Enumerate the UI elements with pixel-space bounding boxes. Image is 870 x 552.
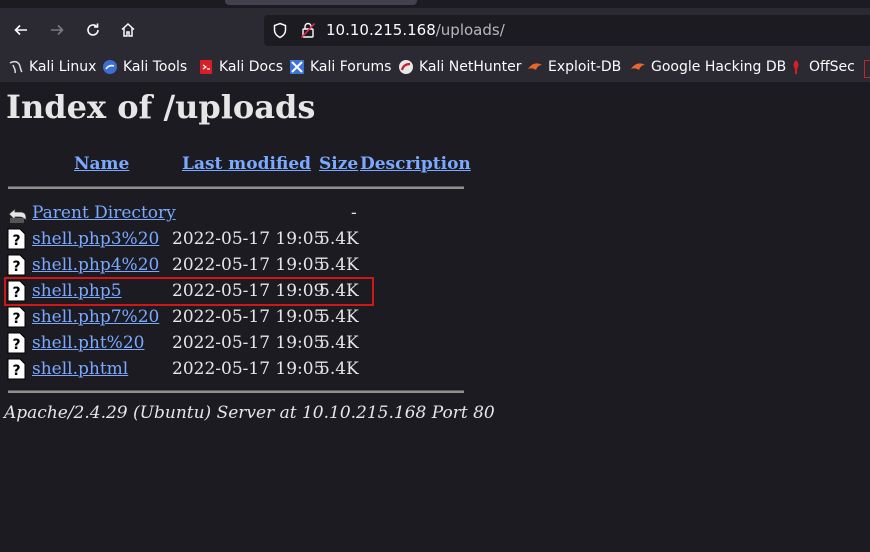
url-text[interactable]: 10.10.215.168/uploads/ bbox=[326, 21, 505, 39]
home-button[interactable] bbox=[114, 16, 142, 44]
file-size: 5.4K bbox=[319, 359, 359, 379]
file-link[interactable]: shell.pht%20 bbox=[32, 333, 144, 353]
tracking-shield-icon[interactable] bbox=[272, 22, 288, 39]
svg-text:?: ? bbox=[12, 311, 20, 327]
parent-directory-link[interactable]: Parent Directory bbox=[32, 203, 176, 223]
bookmark-label: OffSec bbox=[809, 59, 855, 75]
unknown-file-icon: ? bbox=[7, 254, 26, 276]
column-header-size[interactable]: Size bbox=[319, 154, 358, 174]
header-divider bbox=[8, 186, 464, 189]
ghdb-icon bbox=[630, 59, 646, 75]
file-link[interactable]: shell.php4%20 bbox=[32, 255, 159, 275]
page-title: Index of /uploads bbox=[6, 88, 316, 126]
exploit-db-icon bbox=[527, 59, 543, 75]
file-date: 2022-05-17 19:05 bbox=[172, 359, 325, 379]
file-size: - bbox=[351, 203, 357, 223]
column-header-name[interactable]: Name bbox=[74, 154, 129, 174]
bookmark-label: Kali Forums bbox=[310, 59, 392, 75]
file-date: 2022-05-17 19:05 bbox=[172, 229, 325, 249]
svg-text:?: ? bbox=[12, 233, 20, 249]
file-row: ? shell.php7%20 2022-05-17 19:05 5.4K bbox=[0, 304, 470, 330]
bookmark-kali-nethunter[interactable]: Kali NetHunter bbox=[398, 57, 521, 77]
footer-divider bbox=[8, 390, 464, 393]
file-link[interactable]: shell.php3%20 bbox=[32, 229, 159, 249]
bookmark-label: Google Hacking DB bbox=[651, 59, 787, 75]
unknown-file-icon: ? bbox=[7, 358, 26, 380]
bookmark-label: Exploit-DB bbox=[548, 59, 622, 75]
bookmark-label: Kali NetHunter bbox=[419, 59, 522, 75]
bookmark-kali-linux[interactable]: Kali Linux bbox=[8, 57, 96, 77]
unknown-file-icon: ? bbox=[7, 332, 26, 354]
bookmark-kali-docs[interactable]: Kali Docs bbox=[198, 57, 283, 77]
home-icon bbox=[121, 22, 135, 37]
file-link[interactable]: shell.phtml bbox=[32, 359, 128, 379]
reload-button[interactable] bbox=[79, 16, 107, 44]
bookmark-label: Kali Linux bbox=[29, 59, 97, 75]
file-row: ? shell.phtml 2022-05-17 19:05 5.4K bbox=[0, 356, 470, 382]
bookmark-kali-forums[interactable]: Kali Forums bbox=[289, 57, 391, 77]
unknown-file-icon: ? bbox=[7, 228, 26, 250]
file-row: ? shell.pht%20 2022-05-17 19:05 5.4K bbox=[0, 330, 470, 356]
file-row: ? shell.php3%20 2022-05-17 19:05 5.4K bbox=[0, 226, 470, 252]
file-link[interactable]: shell.php7%20 bbox=[32, 307, 159, 327]
navigation-toolbar: 10.10.215.168/uploads/ bbox=[0, 8, 870, 52]
url-path: /uploads/ bbox=[435, 21, 505, 39]
nethunter-icon bbox=[398, 59, 414, 75]
file-size: 5.4K bbox=[319, 333, 359, 353]
directory-listing-page: Index of /uploads Name Last modified Siz… bbox=[0, 82, 870, 552]
bookmark-label: Kali Tools bbox=[123, 59, 188, 75]
active-tab[interactable] bbox=[225, 0, 417, 5]
bookmark-offsec[interactable]: OffSec bbox=[788, 57, 855, 77]
offsec-icon bbox=[788, 59, 804, 75]
svg-text:?: ? bbox=[12, 363, 20, 379]
kali-docs-icon bbox=[198, 59, 214, 75]
kali-forums-icon bbox=[289, 59, 305, 75]
forward-arrow-icon bbox=[51, 24, 64, 36]
back-arrow-icon bbox=[14, 24, 27, 36]
column-header-description[interactable]: Description bbox=[360, 154, 471, 174]
kali-dragon-icon bbox=[8, 59, 24, 75]
unknown-file-icon: ? bbox=[7, 306, 26, 328]
bookmark-label: Kali Docs bbox=[219, 59, 284, 75]
file-size: 5.4K bbox=[319, 307, 359, 327]
svg-text:?: ? bbox=[12, 337, 20, 353]
insecure-lock-icon[interactable] bbox=[300, 21, 316, 39]
column-header-last-modified[interactable]: Last modified bbox=[182, 154, 311, 174]
kali-tools-icon bbox=[102, 59, 118, 75]
bookmarks-overflow-icon[interactable] bbox=[864, 60, 870, 78]
file-row: ? shell.php4%20 2022-05-17 19:05 5.4K bbox=[0, 252, 470, 278]
svg-text:?: ? bbox=[12, 259, 20, 275]
file-size: 5.4K bbox=[319, 255, 359, 275]
address-bar[interactable]: 10.10.215.168/uploads/ bbox=[264, 15, 870, 46]
parent-directory-row: Parent Directory - bbox=[0, 200, 470, 226]
bookmark-exploit-db[interactable]: Exploit-DB bbox=[527, 57, 621, 77]
bookmark-google-hacking-db[interactable]: Google Hacking DB bbox=[630, 57, 786, 77]
red-highlight-box bbox=[4, 277, 374, 306]
bookmark-kali-tools[interactable]: Kali Tools bbox=[102, 57, 187, 77]
file-date: 2022-05-17 19:05 bbox=[172, 307, 325, 327]
back-button[interactable] bbox=[7, 16, 35, 44]
bookmarks-toolbar: Kali Linux Kali Tools Kali Docs Kali For… bbox=[0, 52, 870, 82]
file-date: 2022-05-17 19:05 bbox=[172, 333, 325, 353]
tab-strip bbox=[0, 0, 870, 8]
forward-button[interactable] bbox=[43, 16, 71, 44]
back-folder-icon bbox=[8, 208, 27, 223]
file-size: 5.4K bbox=[319, 229, 359, 249]
file-date: 2022-05-17 19:05 bbox=[172, 255, 325, 275]
url-host: 10.10.215.168 bbox=[326, 21, 436, 39]
server-signature: Apache/2.4.29 (Ubuntu) Server at 10.10.2… bbox=[4, 403, 495, 423]
reload-icon bbox=[87, 23, 99, 36]
